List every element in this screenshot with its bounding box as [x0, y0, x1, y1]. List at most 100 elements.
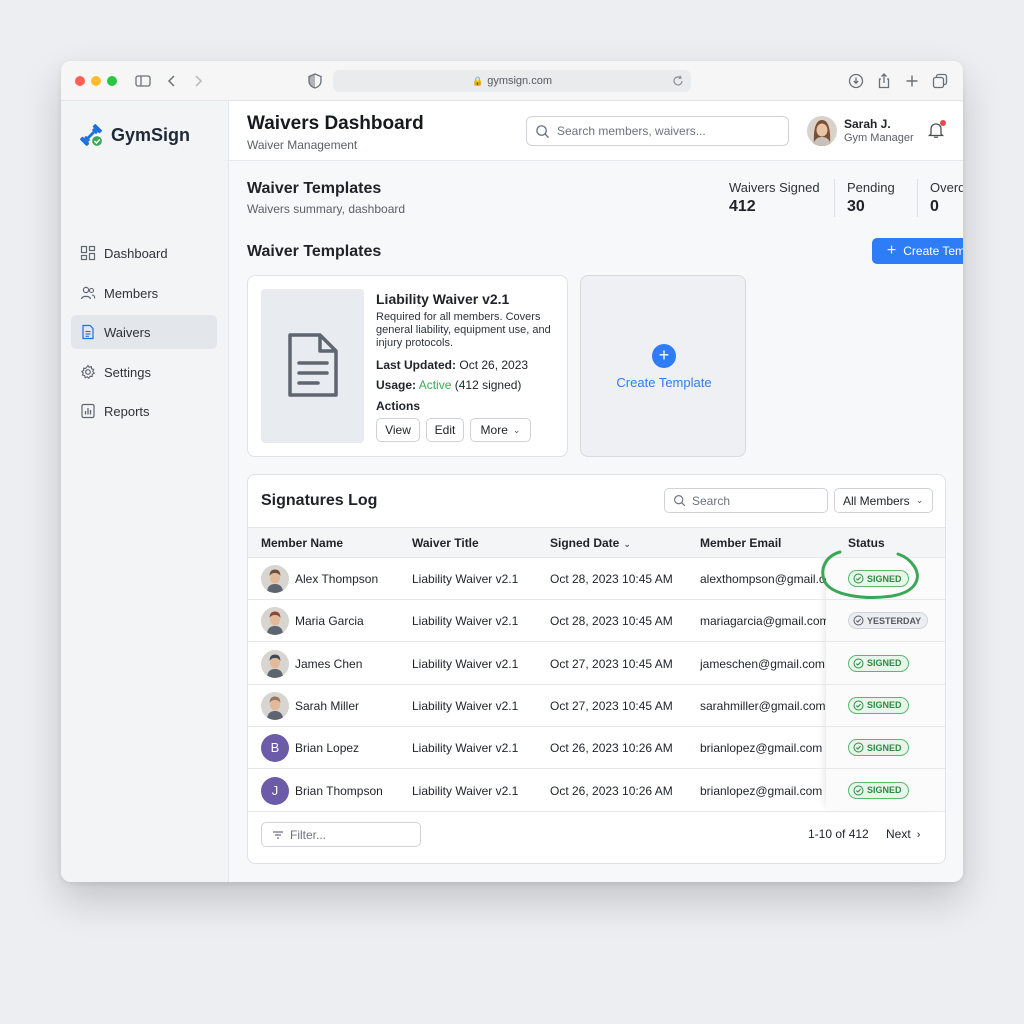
waiver-title-cell: Liability Waiver v2.1	[412, 572, 519, 586]
member-name-cell: Brian Thompson	[295, 783, 383, 798]
table-row[interactable]: Maria Garcia Liability Waiver v2.1 Oct 28,…	[248, 600, 945, 643]
stat-value: 412	[729, 198, 756, 215]
filter-icon	[273, 830, 283, 839]
lock-icon: 🔒	[471, 75, 484, 86]
sidebar-item-label: Reports	[104, 403, 150, 419]
table-filter-placeholder: Filter...	[290, 827, 327, 842]
view-label: View	[385, 423, 411, 437]
table-row[interactable]: J Brian Thompson Liability Waiver v2.1 Oct …	[248, 770, 945, 812]
more-button[interactable]: More ⌄	[470, 418, 531, 442]
sidebar-item-reports[interactable]: Reports	[71, 394, 217, 428]
plus-icon: +	[886, 242, 897, 259]
chevron-down-icon: ⌄	[915, 495, 924, 505]
chevron-down-icon: ⌄	[512, 424, 521, 435]
reload-icon[interactable]	[671, 74, 685, 88]
page-subtitle: Waiver Management	[247, 138, 358, 152]
column-header-status[interactable]: Status	[848, 536, 885, 550]
global-search-input[interactable]: Search members, waivers...	[526, 116, 789, 146]
back-icon[interactable]	[163, 72, 181, 90]
column-header-member-name[interactable]: Member Name	[261, 536, 343, 550]
template-last-updated: Last Updated: Oct 26, 2023	[376, 358, 528, 372]
check-circle-icon	[853, 742, 864, 753]
search-placeholder: Search members, waivers...	[557, 124, 706, 138]
create-template-card[interactable]: + Create Template	[580, 275, 746, 457]
brand-logo[interactable]: GymSign	[77, 121, 190, 149]
sidebar-item-members[interactable]: Members	[71, 276, 217, 310]
status-text: YESTERDAY	[867, 615, 922, 626]
stat-overdue: Overdue 0	[930, 180, 963, 216]
next-page-button[interactable]: Next ›	[886, 827, 920, 841]
column-header-member-email[interactable]: Member Email	[700, 536, 781, 550]
member-email-cell: sarahmiller@gmail.com	[700, 698, 826, 713]
waiver-title-cell: Liability Waiver v2.1	[412, 698, 519, 713]
status-text: SIGNED	[867, 742, 902, 753]
table-row[interactable]: Alex Thompson Liability Waiver v2.1 Oct 28…	[248, 558, 945, 600]
address-bar[interactable]: 🔒 gymsign.com	[333, 70, 691, 92]
template-description: Required for all members. Covers general…	[376, 311, 551, 349]
share-icon[interactable]	[875, 72, 893, 90]
column-header-waiver-title[interactable]: Waiver Title	[412, 536, 479, 550]
waiver-title-cell: Liability Waiver v2.1	[412, 656, 519, 671]
create-template-button[interactable]: + Create Template	[872, 238, 963, 264]
signed-date-cell: Oct 28, 2023 10:45 AM	[550, 614, 673, 629]
member-avatar	[261, 649, 289, 678]
table-row[interactable]: B Brian Lopez Liability Waiver v2.1 Oct 26,…	[248, 727, 945, 770]
forward-icon[interactable]	[189, 72, 207, 90]
log-search-input[interactable]: Search	[664, 488, 828, 513]
template-usage: Usage: Active (412 signed)	[376, 378, 521, 392]
members-filter-value: All Members	[843, 493, 910, 508]
usage-label: Usage:	[376, 378, 417, 392]
tab-overview-icon[interactable]	[931, 72, 949, 90]
status-text: SIGNED	[867, 658, 902, 669]
table-filter-input[interactable]: Filter...	[261, 822, 421, 847]
sidebar-item-label: Dashboard	[104, 245, 168, 261]
member-email-cell: brianlopez@gmail.com	[700, 741, 823, 756]
members-filter-select[interactable]: All Members ⌄	[834, 488, 933, 513]
notification-dot	[940, 120, 946, 126]
sidebar-toggle-icon[interactable]	[134, 72, 152, 90]
member-name-cell: Maria Garcia	[295, 614, 364, 629]
template-card[interactable]: Liability Waiver v2.1 Required for all m…	[247, 275, 568, 457]
status-badge: YESTERDAY	[848, 612, 929, 630]
member-name-cell: Brian Lopez	[295, 741, 360, 756]
sidebar-item-waivers[interactable]: Waivers	[71, 315, 217, 349]
table-header: Member Name Waiver Title Signed Date ⌄ Me…	[248, 527, 945, 558]
stat-value: 30	[847, 198, 865, 215]
view-button[interactable]: View	[376, 418, 420, 442]
more-label: More	[480, 423, 508, 437]
summary-title: Waiver Templates	[247, 180, 382, 197]
sidebar-item-label: Members	[104, 285, 159, 301]
user-role: Gym Manager	[844, 132, 914, 144]
minimize-window-button[interactable]	[91, 76, 101, 86]
user-avatar[interactable]	[807, 116, 837, 146]
signed-date-cell: Oct 26, 2023 10:26 AM	[550, 741, 673, 756]
new-tab-icon[interactable]	[903, 72, 921, 90]
status-badge: SIGNED	[848, 654, 909, 672]
log-search-placeholder: Search	[692, 493, 731, 508]
reports-icon	[81, 403, 95, 419]
create-template-card-label: Create Template	[616, 375, 712, 390]
table-row[interactable]: James Chen Liability Waiver v2.1 Oct 27, 2…	[248, 643, 945, 685]
templates-heading: Waiver Templates	[247, 243, 382, 260]
table-row[interactable]: Sarah Miller Liability Waiver v2.1 Oct 27,…	[248, 685, 945, 727]
sidebar-item-settings[interactable]: Settings	[71, 355, 217, 389]
close-window-button[interactable]	[75, 76, 85, 86]
stat-label: Pending	[847, 180, 895, 195]
status-badge: SIGNED	[848, 781, 909, 799]
sort-chevron-icon: ⌄	[623, 539, 631, 549]
sidebar-item-dashboard[interactable]: Dashboard	[71, 236, 217, 270]
column-header-signed-date[interactable]: Signed Date ⌄	[550, 536, 631, 550]
stat-label: Overdue	[930, 180, 963, 195]
gear-icon	[80, 364, 96, 380]
member-name-cell: James Chen	[295, 656, 363, 671]
privacy-shield-icon[interactable]	[306, 72, 324, 90]
edit-button[interactable]: Edit	[426, 418, 464, 442]
downloads-icon[interactable]	[847, 72, 865, 90]
sidebar-item-label: Settings	[104, 364, 151, 380]
waiver-title-cell: Liability Waiver v2.1	[412, 614, 519, 629]
maximize-window-button[interactable]	[107, 76, 117, 86]
member-name-cell: Sarah Miller	[295, 698, 360, 713]
search-icon	[674, 495, 686, 507]
divider	[834, 179, 835, 217]
browser-toolbar: 🔒 gymsign.com	[61, 61, 963, 101]
